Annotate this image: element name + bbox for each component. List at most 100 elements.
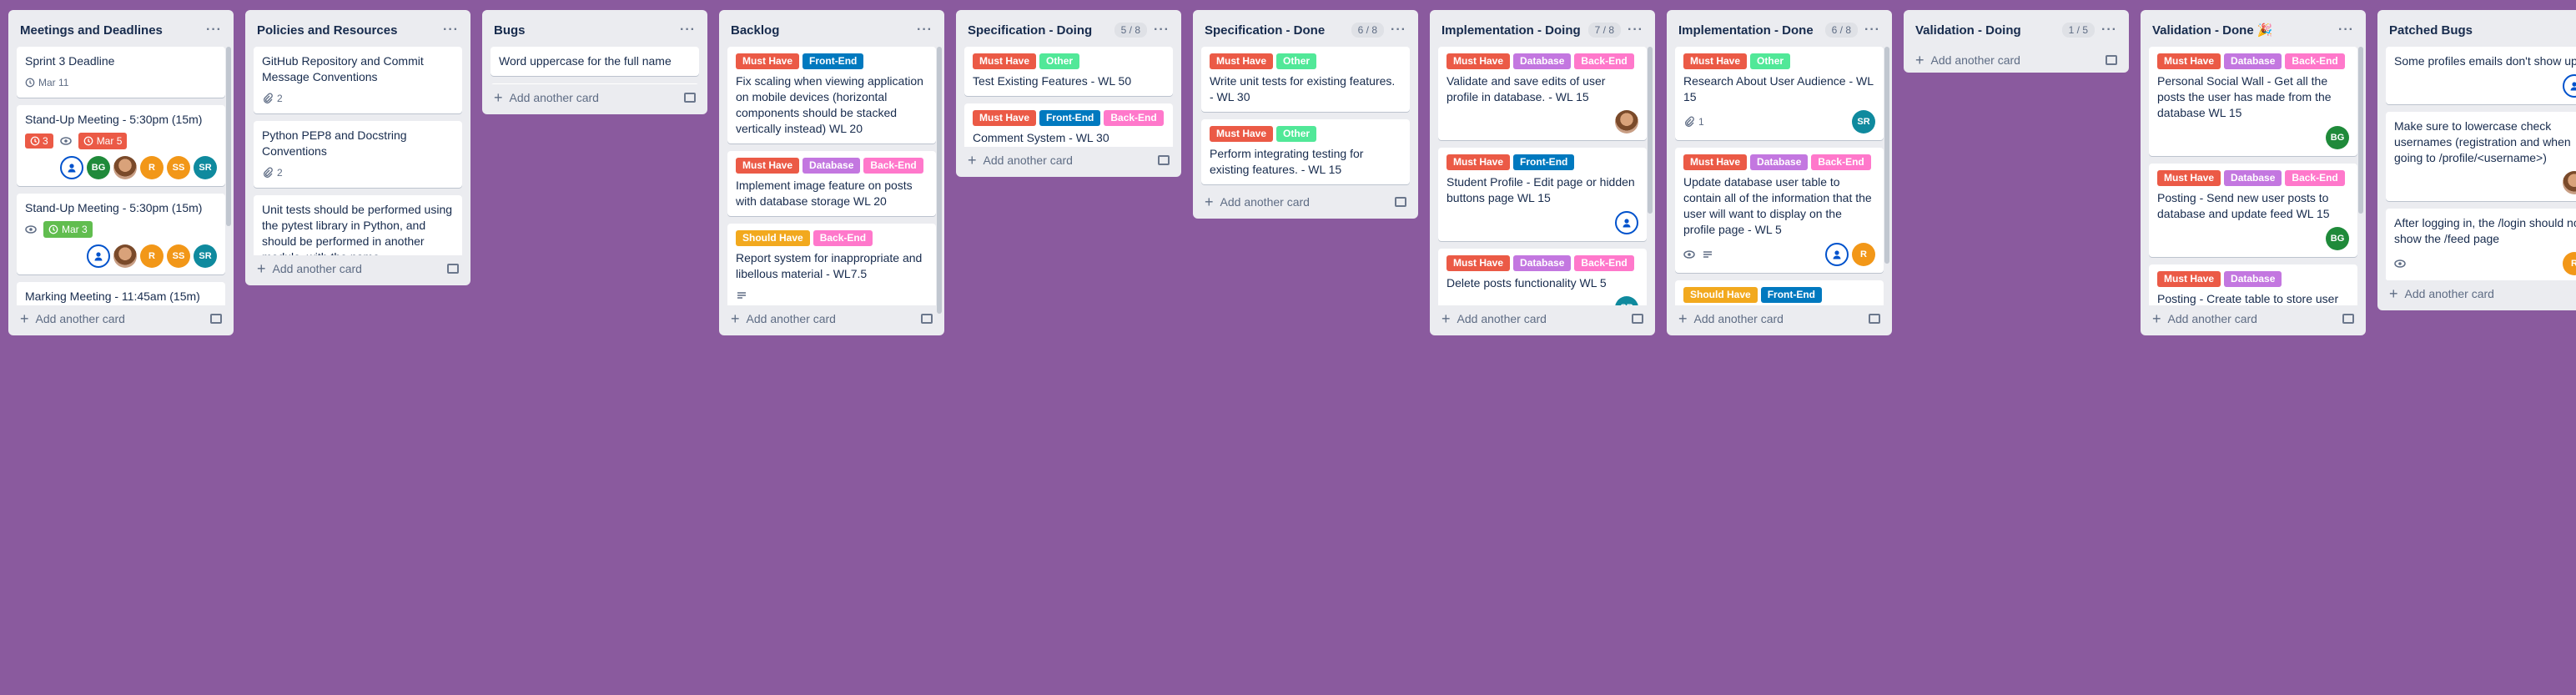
member-avatar[interactable]: [113, 244, 137, 268]
card-label[interactable]: Database: [802, 158, 861, 174]
card-label[interactable]: Front-End: [1513, 154, 1575, 170]
card-label[interactable]: Other: [1276, 126, 1317, 142]
card-label[interactable]: Back-End: [2285, 53, 2345, 69]
add-card-button[interactable]: + Add another card: [1205, 194, 1395, 209]
list-title[interactable]: Validation - Done 🎉: [2152, 23, 2338, 38]
card-template-icon[interactable]: [684, 93, 696, 103]
card-label[interactable]: Other: [1039, 53, 1080, 69]
card[interactable]: Must Have Database Back-End Delete posts fu…: [1438, 249, 1647, 305]
card-label[interactable]: Must Have: [1210, 53, 1274, 69]
add-card-button[interactable]: + Add another card: [257, 261, 447, 276]
list-menu-button[interactable]: ···: [1391, 23, 1406, 38]
card-label[interactable]: Must Have: [973, 53, 1037, 69]
card-label[interactable]: Front-End: [802, 53, 864, 69]
list-menu-button[interactable]: ···: [2101, 23, 2117, 38]
list-title[interactable]: Bugs: [494, 23, 680, 38]
member-avatar[interactable]: SR: [194, 244, 217, 268]
card-label[interactable]: Back-End: [813, 230, 873, 246]
card[interactable]: Must Have Front-End Back-End Comment System…: [964, 103, 1173, 147]
card[interactable]: Must Have Front-End Fix scaling when viewi…: [727, 47, 936, 144]
member-avatar[interactable]: SS: [167, 156, 190, 179]
list-scrollbar[interactable]: [937, 47, 942, 314]
card[interactable]: Must Have Front-End Student Profile - Edit…: [1438, 148, 1647, 241]
card[interactable]: GitHub Repository and Commit Message Con…: [254, 47, 462, 113]
card-label[interactable]: Must Have: [1446, 255, 1511, 271]
add-card-button[interactable]: + Add another card: [2152, 311, 2342, 326]
card-label[interactable]: Must Have: [2157, 53, 2221, 69]
card-label[interactable]: Back-End: [863, 158, 923, 174]
list-scrollbar[interactable]: [1884, 47, 1889, 264]
card-label[interactable]: Back-End: [1574, 255, 1634, 271]
card-label[interactable]: Database: [1513, 255, 1572, 271]
due-date-badge[interactable]: Mar 3: [43, 221, 93, 238]
list-menu-button[interactable]: ···: [1154, 23, 1170, 38]
list-menu-button[interactable]: ···: [1864, 23, 1880, 38]
due-date-badge[interactable]: Mar 11: [25, 74, 68, 91]
list-scrollbar[interactable]: [1648, 47, 1653, 214]
list-title[interactable]: Implementation - Doing: [1441, 23, 1588, 38]
card-template-icon[interactable]: [921, 314, 933, 324]
card-label[interactable]: Must Have: [1210, 126, 1274, 142]
card-label[interactable]: Must Have: [1446, 53, 1511, 69]
card-label[interactable]: Other: [1750, 53, 1791, 69]
list-title[interactable]: Specification - Done: [1205, 23, 1351, 38]
card[interactable]: Python PEP8 and Docstring Conventions 2: [254, 121, 462, 188]
card-label[interactable]: Back-End: [1104, 110, 1164, 126]
card-label[interactable]: Back-End: [1574, 53, 1634, 69]
card[interactable]: Must Have Other Write unit tests for exist…: [1201, 47, 1410, 112]
list-title[interactable]: Specification - Doing: [968, 23, 1114, 38]
card[interactable]: Must Have Database Back-End Update database…: [1675, 148, 1884, 273]
card[interactable]: Marking Meeting - 11:45am (15m)Mar 1BGMC…: [17, 282, 225, 305]
member-avatar[interactable]: [1825, 243, 1849, 266]
member-avatar[interactable]: SS: [167, 244, 190, 268]
add-card-button[interactable]: + Add another card: [1915, 53, 2106, 68]
member-avatar[interactable]: R: [140, 244, 164, 268]
card-label[interactable]: Must Have: [736, 158, 800, 174]
list-title[interactable]: Implementation - Done: [1678, 23, 1825, 38]
card-template-icon[interactable]: [2106, 55, 2117, 65]
card-label[interactable]: Database: [2224, 271, 2282, 287]
card[interactable]: Must Have Other Research About User Audien…: [1675, 47, 1884, 140]
card[interactable]: Some profiles emails don't show up: [2386, 47, 2576, 104]
member-avatar[interactable]: R: [2563, 252, 2576, 275]
member-avatar[interactable]: [2563, 74, 2576, 98]
list-menu-button[interactable]: ···: [443, 23, 459, 38]
card[interactable]: Must Have Other Perform integrating testin…: [1201, 119, 1410, 184]
member-avatar[interactable]: [87, 244, 110, 268]
add-card-button[interactable]: + Add another card: [731, 311, 921, 326]
list-title[interactable]: Policies and Resources: [257, 23, 443, 38]
card-label[interactable]: Must Have: [1683, 154, 1748, 170]
card[interactable]: Must Have Other Test Existing Features - W…: [964, 47, 1173, 96]
card[interactable]: Stand-Up Meeting - 5:30pm (15m) 3 Mar 5 BG R…: [17, 105, 225, 186]
list-title[interactable]: Patched Bugs: [2389, 23, 2575, 38]
member-avatar[interactable]: R: [1852, 243, 1875, 266]
member-avatar[interactable]: R: [140, 156, 164, 179]
card-label[interactable]: Database: [1513, 53, 1572, 69]
list-menu-button[interactable]: ···: [680, 23, 696, 38]
card[interactable]: Sprint 3 Deadline Mar 11: [17, 47, 225, 98]
list-menu-button[interactable]: ···: [206, 23, 222, 38]
card[interactable]: Must Have Database Back-End Implement image…: [727, 151, 936, 216]
card-label[interactable]: Database: [2224, 170, 2282, 186]
member-avatar[interactable]: SR: [1615, 296, 1638, 305]
member-avatar[interactable]: [1615, 211, 1638, 234]
card-label[interactable]: Front-End: [1039, 110, 1101, 126]
member-avatar[interactable]: BG: [87, 156, 110, 179]
card-label[interactable]: Should Have: [1683, 287, 1758, 303]
list-scrollbar[interactable]: [226, 47, 231, 226]
card-label[interactable]: Must Have: [736, 53, 800, 69]
list-title[interactable]: Validation - Doing: [1915, 23, 2062, 38]
add-card-button[interactable]: + Add another card: [1441, 311, 1632, 326]
add-card-button[interactable]: + Add another card: [1678, 311, 1869, 326]
card-label[interactable]: Back-End: [2285, 170, 2345, 186]
card[interactable]: Must Have Database Back-End Posting - Send …: [2149, 164, 2357, 257]
card-label[interactable]: Front-End: [1760, 287, 1823, 303]
card-label[interactable]: Back-End: [1811, 154, 1871, 170]
card[interactable]: Must Have Database Back-End Personal Social…: [2149, 47, 2357, 156]
card-label[interactable]: Must Have: [1446, 154, 1511, 170]
card-label[interactable]: Must Have: [1683, 53, 1748, 69]
card-template-icon[interactable]: [447, 264, 459, 274]
member-avatar[interactable]: SR: [194, 156, 217, 179]
card-template-icon[interactable]: [1158, 155, 1170, 165]
list-title[interactable]: Meetings and Deadlines: [20, 23, 206, 38]
